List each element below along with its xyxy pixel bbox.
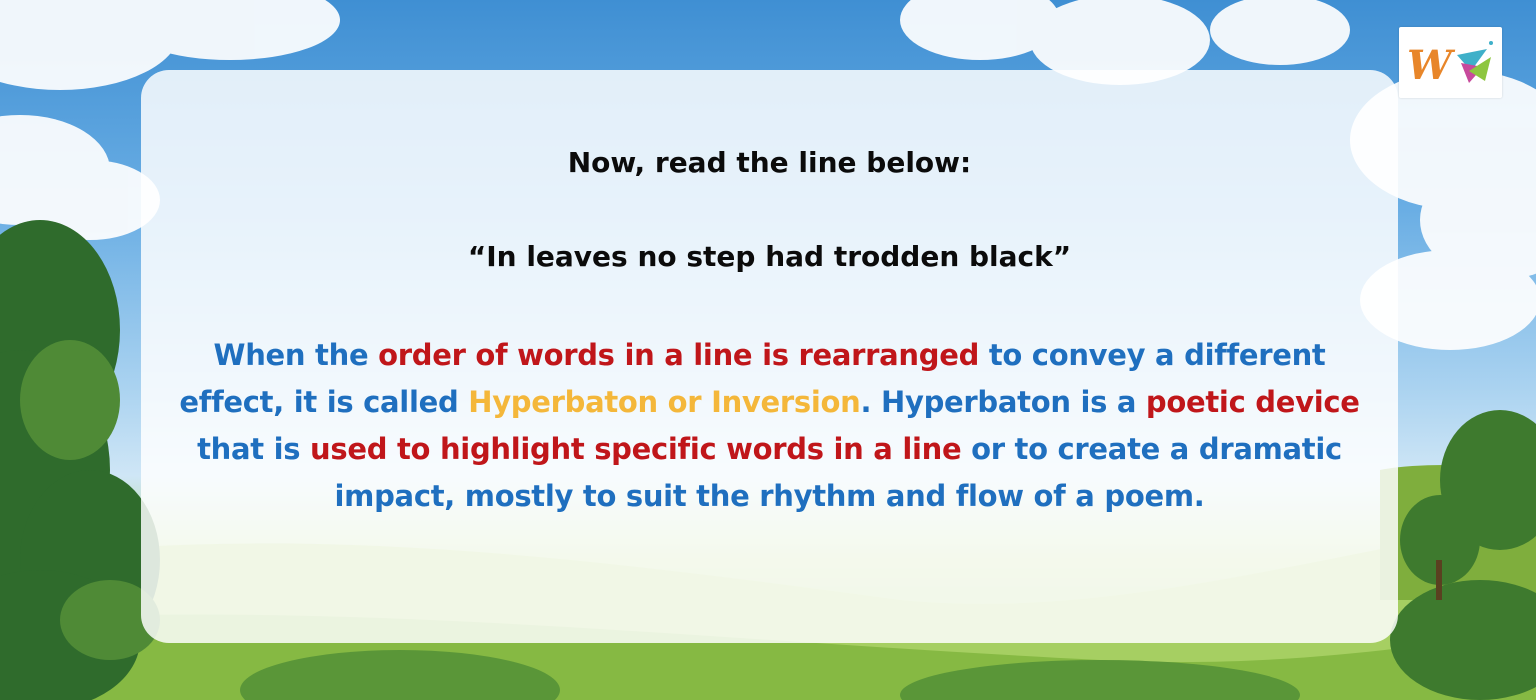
quoted-line: “In leaves no step had trodden black” <box>467 240 1072 273</box>
explanation-segment: When the <box>213 338 379 372</box>
explanation-segment: . Hyperbaton is a <box>860 385 1146 419</box>
slide-heading: Now, read the line below: <box>567 146 972 179</box>
explanation-segment: Hyperbaton or Inversion <box>468 385 861 419</box>
explanation-segment: that is <box>197 432 311 466</box>
explanation-segment: used to highlight specific words in a li… <box>310 432 962 466</box>
w-logo-icon: W <box>1399 27 1502 98</box>
svg-text:W: W <box>1407 42 1456 89</box>
explanation-text: When the order of words in a line is rea… <box>171 332 1368 520</box>
explanation-segment: poetic device <box>1145 385 1360 419</box>
explanation-segment: order of words in a line is rearranged <box>378 338 980 372</box>
content-card: Now, read the line below: “In leaves no … <box>141 70 1398 643</box>
